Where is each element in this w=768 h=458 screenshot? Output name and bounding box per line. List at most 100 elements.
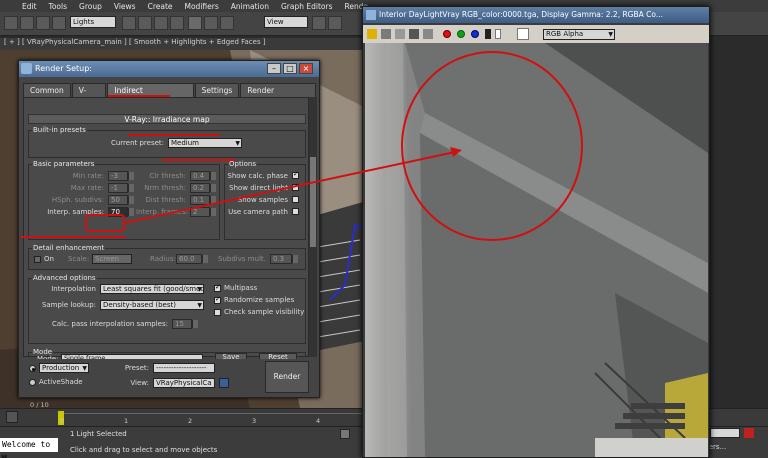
select-object-button[interactable] <box>122 16 136 30</box>
key-filter-dropdown[interactable] <box>710 428 740 438</box>
nrm-thresh-spinner[interactable]: 0.2 <box>190 183 216 193</box>
tab-indirect-illumination[interactable]: Indirect illumination <box>107 83 194 108</box>
render-setup-tabs: Common V-Ray Indirect illumination Setti… <box>23 83 317 108</box>
radius-label: Radius: <box>150 255 176 263</box>
window-crossing-button[interactable] <box>170 16 184 30</box>
rendered-image[interactable] <box>365 43 708 457</box>
select-manipulate-button[interactable] <box>328 16 342 30</box>
scrollbar-thumb[interactable] <box>310 157 316 247</box>
calc-pass-spinner[interactable]: 15 <box>172 319 198 329</box>
max-rate-label: Max rate: <box>70 184 104 192</box>
menu-views[interactable]: Views <box>114 2 136 11</box>
current-preset-dropdown[interactable]: Medium ▼ <box>168 138 242 148</box>
prompt-line: Click and drag to select and move object… <box>70 446 218 454</box>
select-scale-icon[interactable] <box>220 16 234 30</box>
menu-edit[interactable]: Edit <box>22 2 37 11</box>
show-calc-phase-checkbox[interactable] <box>292 170 299 179</box>
interp-frames-spinner[interactable]: 2 <box>190 207 216 217</box>
menu-tools[interactable]: Tools <box>49 2 67 11</box>
select-move-icon[interactable] <box>188 16 202 30</box>
check-sample-visibility-checkbox[interactable] <box>214 309 221 316</box>
viewport-label[interactable]: [ + ] [ VRayPhysicalCamera_main ] [ Smoo… <box>0 38 370 50</box>
menu-modifiers[interactable]: Modifiers <box>185 2 219 11</box>
unlink-button[interactable] <box>52 16 66 30</box>
copy-image-icon[interactable] <box>381 29 391 39</box>
clr-thresh-label: Clr thresh: <box>149 172 186 180</box>
max-rate-spinner[interactable]: -1 <box>108 183 134 193</box>
irradiance-map-rollout[interactable]: V-Ray:: Irradiance map <box>28 114 306 124</box>
scale-dropdown[interactable]: Screen <box>92 254 132 264</box>
show-samples-checkbox[interactable] <box>292 196 299 203</box>
pivot-center-button[interactable] <box>312 16 326 30</box>
minimize-button[interactable]: – <box>267 63 281 74</box>
sample-lookup-dropdown[interactable]: Density-based (best) ▼ <box>100 300 204 310</box>
interpolation-dropdown[interactable]: Least squares fit (good/smooth ▼ <box>100 284 204 294</box>
production-dropdown[interactable]: Production ▼ <box>39 363 89 373</box>
maximize-button[interactable]: □ <box>283 63 297 74</box>
reference-coordinate-dropdown[interactable]: View <box>264 16 308 28</box>
tick-label: 3 <box>252 417 257 425</box>
interp-samples-spinner[interactable]: 70 <box>108 207 134 217</box>
save-image-icon[interactable] <box>367 29 377 39</box>
dist-thresh-spinner[interactable]: 0.1 <box>190 195 216 205</box>
clone-buffer-icon[interactable] <box>395 29 405 39</box>
show-direct-light-checkbox[interactable] <box>292 182 299 191</box>
activeshade-radio[interactable] <box>29 379 36 386</box>
clear-icon[interactable] <box>423 29 433 39</box>
select-region-button[interactable] <box>154 16 168 30</box>
render-setup-scrollbar[interactable] <box>309 97 317 357</box>
selection-filter-dropdown[interactable]: Lights <box>70 16 116 28</box>
menu-graph-editors[interactable]: Graph Editors <box>281 2 333 11</box>
blue-channel-icon[interactable] <box>471 30 479 38</box>
chevron-down-icon: ▼ <box>197 302 202 309</box>
tab-common[interactable]: Common <box>23 83 71 97</box>
activeshade-label: ActiveShade <box>39 378 83 386</box>
alpha-channel-icon[interactable] <box>485 29 491 39</box>
use-camera-path-checkbox[interactable] <box>292 208 299 215</box>
min-rate-label: Min rate: <box>72 172 104 180</box>
min-rate-spinner[interactable]: -3 <box>108 171 134 181</box>
red-channel-icon[interactable] <box>443 30 451 38</box>
radius-spinner[interactable]: 60.0 <box>176 254 208 264</box>
swatch-icon[interactable] <box>517 28 529 40</box>
hsph-subdivs-spinner[interactable]: 50 <box>108 195 134 205</box>
detail-on-checkbox[interactable] <box>34 256 41 263</box>
green-channel-icon[interactable] <box>457 30 465 38</box>
multipass-checkbox[interactable] <box>214 283 221 292</box>
monochrome-icon[interactable] <box>495 29 501 39</box>
detail-on-label: On <box>44 255 54 263</box>
lock-view-icon[interactable] <box>219 378 229 388</box>
randomize-samples-checkbox[interactable] <box>214 295 221 304</box>
select-rotate-icon[interactable] <box>204 16 218 30</box>
production-radio[interactable] <box>29 365 36 372</box>
render-setup-dialog: Render Setup: – □ × Common V-Ray Indirec… <box>18 60 320 398</box>
check-sample-visibility-label: Check sample visibility <box>224 308 305 316</box>
print-icon[interactable] <box>409 29 419 39</box>
select-by-name-button[interactable] <box>138 16 152 30</box>
tab-vray[interactable]: V-Ray <box>71 83 107 108</box>
calc-pass-label: Calc. pass interpolation samples: <box>51 320 168 328</box>
auto-key-icon[interactable] <box>744 428 754 438</box>
menu-animation[interactable]: Animation <box>231 2 269 11</box>
lock-selection-icon[interactable] <box>340 429 350 439</box>
mini-listener-icon[interactable] <box>6 411 18 423</box>
menu-create[interactable]: Create <box>148 2 173 11</box>
preset-dropdown[interactable]: -------------------- <box>153 363 215 373</box>
view-dropdown[interactable]: VRayPhysicalCa <box>153 378 215 388</box>
subdivs-mult-spinner[interactable]: 0.3 <box>270 254 298 264</box>
tab-render-elements[interactable]: Render Elements <box>240 83 316 108</box>
scale-label: Scale: <box>68 255 90 263</box>
link-button[interactable] <box>36 16 50 30</box>
undo-button[interactable] <box>4 16 18 30</box>
channel-dropdown[interactable]: RGB Alpha ▼ <box>543 29 615 40</box>
show-samples-label: Show samples <box>237 196 288 204</box>
maxscript-listener-input[interactable]: Welcome to M <box>0 438 58 458</box>
preset-label: Preset: <box>124 364 149 372</box>
tab-settings[interactable]: Settings <box>194 83 240 97</box>
redo-button[interactable] <box>20 16 34 30</box>
render-button[interactable]: Render <box>265 361 309 393</box>
close-button[interactable]: × <box>299 63 313 74</box>
clr-thresh-spinner[interactable]: 0.4 <box>190 171 216 181</box>
menu-group[interactable]: Group <box>79 2 102 11</box>
interp-samples-label: Interp. samples: <box>47 208 104 216</box>
